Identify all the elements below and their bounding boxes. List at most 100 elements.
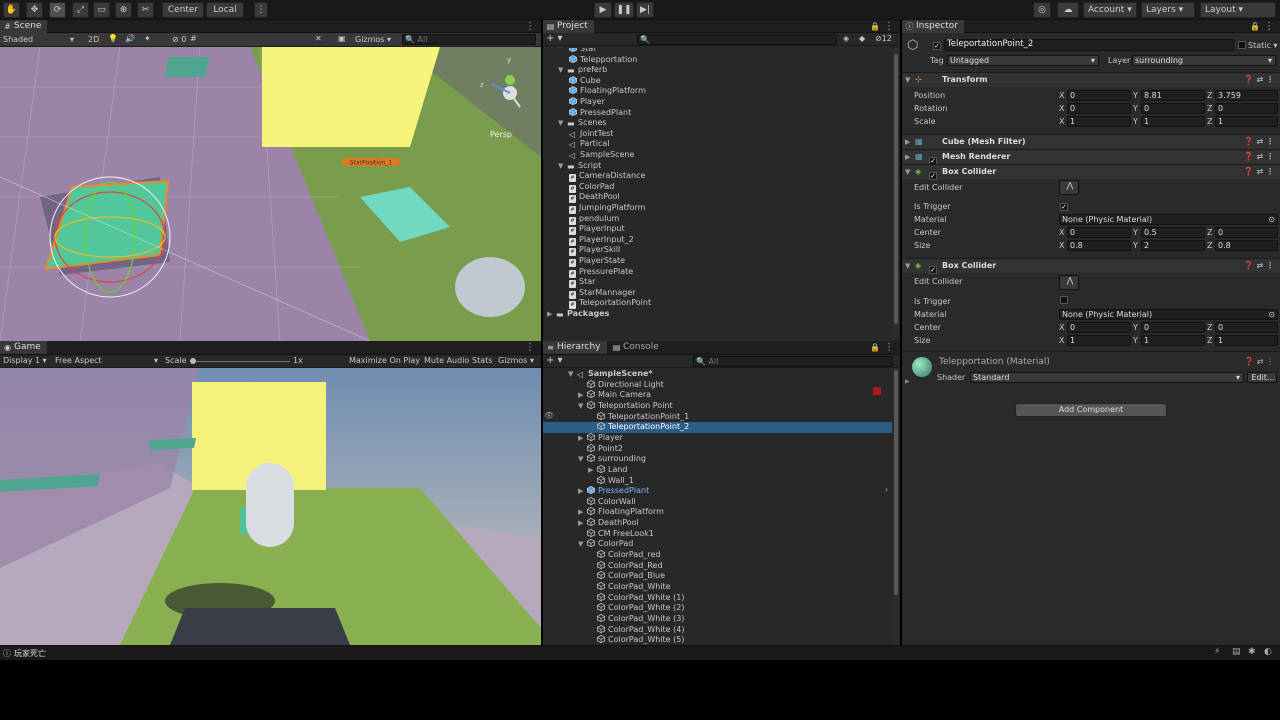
fold-arrow-icon[interactable]: ▼: [578, 539, 587, 550]
c2-object-picker-icon[interactable]: ⊙: [1268, 310, 1275, 319]
hierarchy-search-input[interactable]: 🔍 All: [693, 356, 893, 367]
debug-icon[interactable]: ✱: [1248, 647, 1256, 657]
pos-y-field[interactable]: 8.81: [1141, 90, 1205, 101]
transform-header[interactable]: ▼ ⊹ Transform ❓ ⇄ ⋮: [902, 72, 1280, 87]
2d-toggle[interactable]: 2D: [88, 35, 99, 44]
c1-edit-collider-button[interactable]: ⋀: [1059, 180, 1079, 195]
fold-arrow-icon[interactable]: ▶: [578, 433, 587, 444]
game-menu-icon[interactable]: ⋮: [525, 341, 535, 354]
hierarchy-item[interactable]: ColorPad_White (5): [543, 635, 892, 645]
project-scrollbar[interactable]: [893, 48, 899, 338]
shader-edit-button[interactable]: Edit...: [1247, 372, 1277, 383]
c2-cz-field[interactable]: 0: [1215, 322, 1278, 333]
hierarchy-item[interactable]: ▼ surrounding: [543, 454, 892, 465]
tab-project[interactable]: ▤ Project: [543, 20, 594, 33]
project-item[interactable]: ◁ Partical: [569, 139, 610, 150]
c1-cy-field[interactable]: 0.5: [1141, 227, 1205, 238]
fold-arrow-icon[interactable]: ▼: [568, 369, 577, 380]
fold-arrow-icon[interactable]: ▼: [558, 161, 567, 172]
grid-toggle-icon[interactable]: #: [190, 34, 197, 43]
scl-x-field[interactable]: 1: [1067, 116, 1131, 127]
audio-toggle-icon[interactable]: 🔊: [125, 34, 135, 43]
camera-icon[interactable]: ▣: [338, 34, 346, 43]
tab-scene[interactable]: # Scene: [0, 20, 48, 33]
box-collider-1-help-icons[interactable]: ❓ ⇄ ⋮: [1244, 165, 1274, 179]
c1-cz-field[interactable]: 0: [1215, 227, 1278, 238]
project-item[interactable]: Cube: [569, 75, 601, 87]
project-item[interactable]: # PlayerInput_2: [569, 235, 634, 246]
hierarchy-scroll-thumb[interactable]: [894, 370, 898, 595]
c2-cx-field[interactable]: 0: [1067, 322, 1131, 333]
box-collider-1-fold-icon[interactable]: ▼: [905, 165, 910, 179]
hierarchy-item[interactable]: ColorPad_Blue: [543, 571, 892, 582]
hierarchy-item[interactable]: Wall_1: [543, 475, 892, 487]
project-item[interactable]: # Star: [569, 277, 595, 289]
c1-is-trigger-checkbox[interactable]: ✓: [1060, 201, 1068, 211]
hierarchy-item[interactable]: ColorPad_Red: [543, 560, 892, 572]
fold-arrow-icon[interactable]: ▶: [547, 309, 556, 320]
c1-sy-field[interactable]: 2: [1141, 240, 1205, 251]
scale-slider-thumb[interactable]: [190, 358, 196, 364]
game-gizmos-dropdown[interactable]: Gizmos ▾: [498, 356, 534, 365]
project-item[interactable]: Star: [569, 48, 596, 55]
box-collider-2-fold-icon[interactable]: ▼: [905, 259, 910, 273]
tools-icon[interactable]: ✕: [315, 34, 322, 43]
project-item[interactable]: ◁ JointTest: [569, 129, 613, 140]
project-item[interactable]: PressedPlant: [569, 107, 631, 119]
scene-viewport[interactable]: StarPosition_1 z y Persp: [0, 47, 541, 341]
cloud-button[interactable]: ☁: [1057, 2, 1079, 18]
tab-game[interactable]: ◉ Game: [0, 341, 47, 354]
box-collider-2-help-icons[interactable]: ❓ ⇄ ⋮: [1244, 259, 1274, 273]
rot-x-field[interactable]: 0: [1067, 103, 1131, 114]
mesh-filter-header[interactable]: ▶ ▦ Cube (Mesh Filter) ❓ ⇄ ⋮: [902, 134, 1280, 149]
c1-material-field[interactable]: None (Physic Material) ⊙: [1059, 214, 1278, 225]
layer-dropdown[interactable]: surrounding ▾: [1132, 55, 1276, 66]
project-hidden-count[interactable]: ⊘12: [875, 34, 892, 43]
c2-edit-collider-button[interactable]: ⋀: [1059, 275, 1079, 290]
hierarchy-item[interactable]: ▶ Main Camera: [543, 390, 892, 401]
hierarchy-item[interactable]: ▼ Teleportation Point: [543, 400, 892, 412]
hand-tool-button[interactable]: ✋: [3, 2, 20, 18]
pos-z-field[interactable]: 3.759: [1215, 90, 1278, 101]
lighting-icon[interactable]: ⚡: [1214, 647, 1220, 657]
hierarchy-lock-icon[interactable]: 🔒: [870, 341, 880, 354]
c1-cx-field[interactable]: 0: [1067, 227, 1131, 238]
hierarchy-item[interactable]: ColorPad_White (4): [543, 624, 892, 636]
fold-arrow-icon[interactable]: ▼: [578, 454, 587, 465]
fold-arrow-icon[interactable]: ▼: [578, 401, 587, 412]
mesh-filter-fold-icon[interactable]: ▶: [905, 135, 910, 149]
c2-sx-field[interactable]: 1: [1067, 335, 1131, 346]
hierarchy-item[interactable]: ▶ Player: [543, 432, 892, 444]
project-item[interactable]: Telepportation: [569, 54, 637, 66]
pivot-toggle[interactable]: Center: [162, 2, 204, 18]
project-item[interactable]: # PlayerSkill: [569, 245, 620, 257]
project-item[interactable]: # ColorPad: [569, 182, 614, 193]
hierarchy-item[interactable]: ColorPad_red: [543, 550, 892, 561]
prefab-open-chevron-icon[interactable]: ›: [885, 485, 888, 494]
display-dropdown[interactable]: Display 1 ▾: [3, 356, 47, 365]
component-help-icons[interactable]: ❓ ⇄ ⋮: [1244, 73, 1274, 87]
hierarchy-scrollbar[interactable]: [893, 368, 899, 645]
project-item[interactable]: # TeleportationPoint: [569, 298, 651, 310]
step-button[interactable]: ▶|: [636, 2, 654, 18]
gizmos-dropdown[interactable]: Gizmos ▾: [355, 35, 391, 44]
maximize-on-play-toggle[interactable]: Maximize On Play: [349, 356, 420, 365]
hierarchy-item[interactable]: TeleportationPoint_1: [543, 411, 892, 423]
project-item[interactable]: ▼ ▬ preferb: [558, 65, 607, 76]
add-component-button[interactable]: Add Component: [1015, 403, 1167, 417]
hierarchy-item[interactable]: ▼ ◁ SampleScene*: [543, 369, 892, 380]
layers-dropdown[interactable]: Layers ▾: [1141, 2, 1195, 18]
box-collider-2-header[interactable]: ▼ ◈ ✓ Box Collider ❓ ⇄ ⋮: [902, 258, 1280, 274]
project-item[interactable]: ▶ ▬ Packages: [547, 309, 609, 320]
mesh-renderer-header[interactable]: ▶ ▦ ✓ Mesh Renderer ❓ ⇄ ⋮: [902, 149, 1280, 165]
stats-toggle[interactable]: Stats: [472, 356, 492, 365]
material-help-icons[interactable]: ❓ ⇄ ⋮: [1244, 355, 1274, 369]
inspector-lock-icon[interactable]: 🔒: [1250, 20, 1260, 33]
project-item[interactable]: ▼ ▬ Script: [558, 161, 601, 172]
hierarchy-item[interactable]: ColorPad_White (3): [543, 613, 892, 625]
layout-dropdown[interactable]: Layout ▾: [1200, 2, 1276, 18]
hierarchy-item[interactable]: ColorPad_White (1): [543, 592, 892, 604]
fold-arrow-icon[interactable]: ▼: [558, 118, 567, 129]
box-collider-1-enabled-checkbox[interactable]: ✓: [929, 168, 937, 182]
active-checkbox[interactable]: ✓: [933, 40, 941, 50]
